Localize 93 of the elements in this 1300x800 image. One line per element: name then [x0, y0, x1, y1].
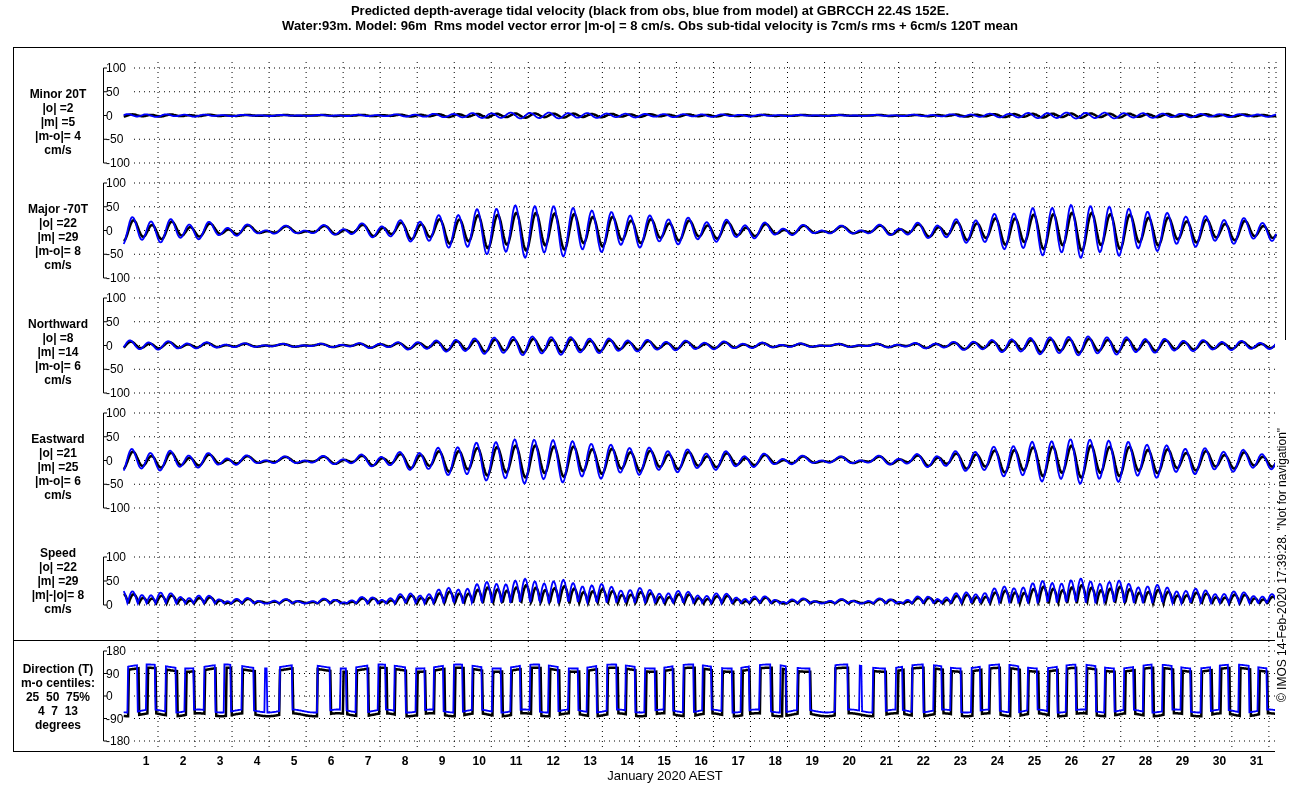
panel-label-line: |m| =25 — [37, 459, 79, 474]
y-tick-label: -90 — [105, 711, 124, 726]
x-tick-label: 23 — [952, 754, 969, 768]
x-tick-label: 22 — [915, 754, 931, 768]
y-tick-label: 0 — [105, 689, 113, 703]
y-tick-label: 100 — [105, 292, 126, 305]
x-tick-label: 28 — [1137, 754, 1154, 768]
y-tick-label: 50 — [105, 574, 120, 588]
y-tick-label: 100 — [105, 62, 126, 75]
x-tick-label: 18 — [767, 754, 783, 768]
panel-label-line: Direction (T) — [22, 662, 94, 676]
panel-label-line: |m-o|= 8 — [35, 243, 81, 258]
x-tick-label: 19 — [804, 754, 820, 768]
y-tick-label: 50 — [105, 429, 120, 444]
x-tick-label: 11 — [508, 754, 524, 768]
panel-label-line: |m| =14 — [37, 344, 79, 359]
x-tick-label: 6 — [326, 754, 336, 768]
panel-label-line: Northward — [27, 316, 88, 331]
y-tick-label: -100 — [105, 156, 130, 170]
x-tick-label: 13 — [582, 754, 598, 768]
x-tick-label: 29 — [1174, 754, 1191, 768]
x-tick-label: 16 — [693, 754, 709, 768]
y-tick-label: 100 — [105, 177, 126, 190]
y-tick-label: -50 — [105, 247, 124, 262]
x-tick-label: 14 — [619, 754, 635, 768]
chart-title: Predicted depth-average tidal velocity (black from obs, blue from model) at GBRCCH 22.4S 152E. — [350, 3, 950, 18]
x-tick-label: 21 — [878, 754, 894, 768]
y-tick-label: 50 — [105, 199, 120, 214]
x-axis-title: January 2020 AEST — [607, 768, 723, 783]
panel-label-line: Minor 20T — [29, 86, 87, 101]
y-tick-label: 0 — [105, 223, 113, 238]
y-tick-label: -50 — [105, 362, 124, 377]
x-tick-label: 30 — [1211, 754, 1228, 768]
panel-label-line: cm/s — [44, 257, 72, 272]
panel-label-line: Eastward — [31, 431, 85, 446]
panel-label-line: 4 7 13 — [37, 704, 78, 718]
chart-title: Water:93m. Model: 96m Rms model vector error |m-o| = 8 cm/s. Obs sub-tidal velocity is 7cm/s rms + 6cm/s 120T mean — [282, 18, 1018, 33]
panel-label-line: |o| =21 — [39, 445, 77, 460]
y-tick-label: 0 — [105, 108, 113, 123]
panel-label-line: |m-o|= 6 — [35, 358, 81, 373]
panel-label-line: |m|-|o|= 8 — [31, 588, 85, 602]
x-tick-label: 1 — [141, 754, 151, 768]
panel-label-line: |o| =22 — [39, 215, 77, 230]
panel-label-line: |m| =5 — [40, 114, 76, 129]
y-tick-label: -50 — [105, 477, 124, 492]
y-tick-label: 0 — [105, 453, 113, 468]
y-tick-label: 50 — [105, 84, 120, 99]
x-tick-label: 12 — [545, 754, 561, 768]
panel-label-line: Major -70T — [27, 201, 88, 216]
x-tick-label: 20 — [841, 754, 857, 768]
x-tick-label: 24 — [989, 754, 1006, 768]
y-tick-label: 100 — [105, 550, 126, 564]
panel-label-line: |m| =29 — [37, 229, 79, 244]
panel-label-line: cm/s — [44, 602, 72, 616]
x-tick-label: 15 — [656, 754, 672, 768]
x-tick-label: 25 — [1026, 754, 1043, 768]
x-tick-label: 7 — [363, 754, 373, 768]
x-tick-label: 8 — [400, 754, 410, 768]
x-tick-label: 26 — [1063, 754, 1080, 768]
y-axis — [102, 556, 108, 606]
x-tick-label: 2 — [178, 754, 188, 768]
x-tick-label: 9 — [437, 754, 447, 768]
x-tick-label: 5 — [289, 754, 299, 768]
x-tick-label: 31 — [1248, 754, 1265, 768]
y-tick-label: -100 — [105, 271, 130, 285]
y-tick-label: -180 — [105, 734, 130, 748]
panel-label-line: |m-o|= 6 — [35, 473, 81, 488]
panel-label-line: cm/s — [44, 487, 72, 502]
y-tick-label: 0 — [105, 598, 113, 612]
x-tick-label: 17 — [730, 754, 746, 768]
panel-label-line: 25 50 75% — [25, 690, 90, 704]
x-tick-label: 10 — [471, 754, 487, 768]
x-tick-label: 27 — [1100, 754, 1117, 768]
panel-label-line: |m-o|= 4 — [35, 128, 81, 143]
y-tick-label: -100 — [105, 501, 130, 515]
x-tick-label: 3 — [215, 754, 225, 768]
x-tick-label: 4 — [252, 754, 262, 768]
y-tick-label: -50 — [105, 132, 124, 147]
panel-label-line: degrees — [34, 718, 81, 732]
panel-label-line: cm/s — [44, 142, 72, 157]
panel-label-line: |o| =8 — [42, 330, 74, 345]
y-tick-label: 90 — [105, 666, 120, 681]
y-tick-label: 100 — [105, 407, 126, 420]
panel-label-line: cm/s — [44, 372, 72, 387]
panel-label-line: Speed — [39, 546, 76, 560]
y-tick-label: 50 — [105, 314, 120, 329]
panel-label-line: |m| =29 — [37, 574, 79, 588]
y-tick-label: 180 — [105, 644, 126, 658]
y-tick-label: 0 — [105, 338, 113, 353]
panel-label-line: |o| =2 — [42, 100, 74, 115]
y-tick-label: -100 — [105, 386, 130, 400]
panel-label-line: |o| =22 — [39, 560, 77, 574]
panel-label-line: m-o centiles: — [20, 676, 95, 690]
